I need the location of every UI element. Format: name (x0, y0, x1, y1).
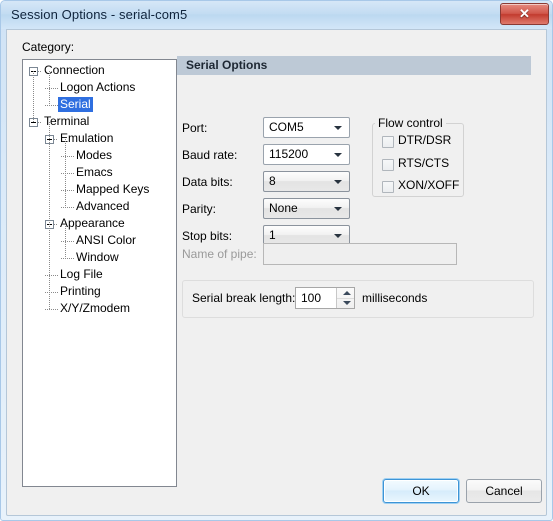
tree-connector (65, 224, 66, 258)
data-bits-value: 8 (269, 174, 276, 188)
tree-item-label: ANSI Color (76, 233, 137, 247)
ok-button[interactable]: OK (383, 479, 459, 503)
checkbox-box-icon (382, 136, 394, 148)
tree-item-ansi-color[interactable]: ANSI Color (23, 233, 176, 250)
checkbox-label: XON/XOFF (398, 178, 460, 192)
pane-header: Serial Options (177, 56, 531, 75)
chevron-down-icon (334, 180, 342, 184)
tree-connector (61, 156, 74, 157)
checkbox-box-icon (382, 159, 394, 171)
checkbox-label: DTR/DSR (398, 133, 452, 147)
parity-combobox[interactable]: None (263, 198, 350, 219)
chevron-down-icon (334, 234, 342, 238)
chevron-down-icon (334, 207, 342, 211)
tree-connector (61, 207, 74, 208)
checkbox-label: RTS/CTS (398, 156, 450, 170)
serial-break-unit: milliseconds (362, 291, 428, 305)
tree-connector (54, 139, 58, 140)
serial-break-spinner[interactable]: 100 (295, 287, 355, 309)
tree-item-emulation[interactable]: Emulation (23, 131, 176, 148)
stop-bits-label: Stop bits: (182, 229, 233, 243)
spinner-down-button[interactable] (337, 298, 354, 308)
port-combobox[interactable]: COM5 (263, 117, 350, 138)
tree-connector (45, 309, 58, 310)
tree-item-label: Appearance (60, 216, 125, 230)
tree-item-label: Serial (58, 97, 93, 112)
tree-item-modes[interactable]: Modes (23, 148, 176, 165)
chevron-down-icon (334, 126, 342, 130)
tree-item-connection[interactable]: Connection (23, 63, 176, 80)
tree-connector (61, 241, 74, 242)
tree-item-label: Emacs (76, 165, 113, 179)
tree-connector (45, 105, 58, 106)
name-of-pipe-input (263, 243, 457, 265)
name-of-pipe-label: Name of pipe: (182, 247, 257, 261)
cancel-button[interactable]: Cancel (466, 479, 542, 503)
tree-item-advanced[interactable]: Advanced (23, 199, 176, 216)
tree-item-label: Emulation (60, 131, 114, 145)
tree-connector (33, 71, 34, 122)
tree-item-emacs[interactable]: Emacs (23, 165, 176, 182)
tree-item-terminal[interactable]: Terminal (23, 114, 176, 131)
flow-control-legend: Flow control (375, 116, 446, 130)
tree-item-label: Log File (60, 267, 103, 281)
data-bits-combobox[interactable]: 8 (263, 171, 350, 192)
close-icon: ✕ (519, 6, 530, 21)
baud-rate-combobox[interactable]: 115200 (263, 144, 350, 165)
tree-item-label: Connection (44, 63, 105, 77)
pane-header-title: Serial Options (186, 58, 268, 72)
tree-connector (45, 88, 58, 89)
dialog-client-area: Category: Connection Logon Actions Serial T… (6, 29, 547, 516)
tree-connector (61, 258, 74, 259)
tree-item-label: Advanced (76, 199, 130, 213)
tree-connector (45, 275, 58, 276)
tree-connector (54, 224, 58, 225)
tree-item-label: Printing (60, 284, 101, 298)
category-label: Category: (22, 40, 75, 54)
parity-value: None (269, 201, 298, 215)
baud-rate-value: 115200 (269, 147, 309, 161)
tree-item-label: Mapped Keys (76, 182, 150, 196)
window-title: Session Options - serial-com5 (11, 7, 188, 22)
tree-item-label: Logon Actions (60, 80, 136, 94)
caret-down-icon (343, 301, 351, 305)
tree-item-label: Modes (76, 148, 113, 162)
data-bits-label: Data bits: (182, 175, 233, 189)
tree-connector (49, 122, 50, 309)
tree-item-window[interactable]: Window (23, 250, 176, 267)
tree-connector (61, 173, 74, 174)
serial-break-label: Serial break length: (192, 291, 296, 305)
serial-break-value: 100 (301, 291, 322, 305)
tree-connector (49, 71, 50, 105)
tree-item-label: Window (76, 250, 119, 264)
tree-connector (38, 71, 42, 72)
title-bar[interactable]: Session Options - serial-com5 ✕ (1, 1, 552, 29)
category-tree[interactable]: Connection Logon Actions Serial Terminal Emu… (22, 59, 177, 487)
port-value: COM5 (269, 120, 304, 134)
tree-item-label: X/Y/Zmodem (60, 301, 131, 315)
tree-connector (45, 292, 58, 293)
caret-up-icon (343, 291, 351, 295)
tree-item-mapped-keys[interactable]: Mapped Keys (23, 182, 176, 199)
spinner-buttons[interactable] (336, 288, 354, 308)
tree-connector (65, 139, 66, 207)
parity-label: Parity: (182, 202, 217, 216)
chevron-down-icon (334, 153, 342, 157)
close-button[interactable]: ✕ (500, 3, 549, 25)
baud-rate-label: Baud rate: (182, 148, 238, 162)
checkbox-box-icon (382, 181, 394, 193)
port-label: Port: (182, 121, 208, 135)
dialog-window: Session Options - serial-com5 ✕ Category… (0, 0, 553, 521)
tree-connector (61, 190, 74, 191)
tree-connector (38, 122, 42, 123)
stop-bits-value: 1 (269, 228, 276, 242)
tree-item-appearance[interactable]: Appearance (23, 216, 176, 233)
